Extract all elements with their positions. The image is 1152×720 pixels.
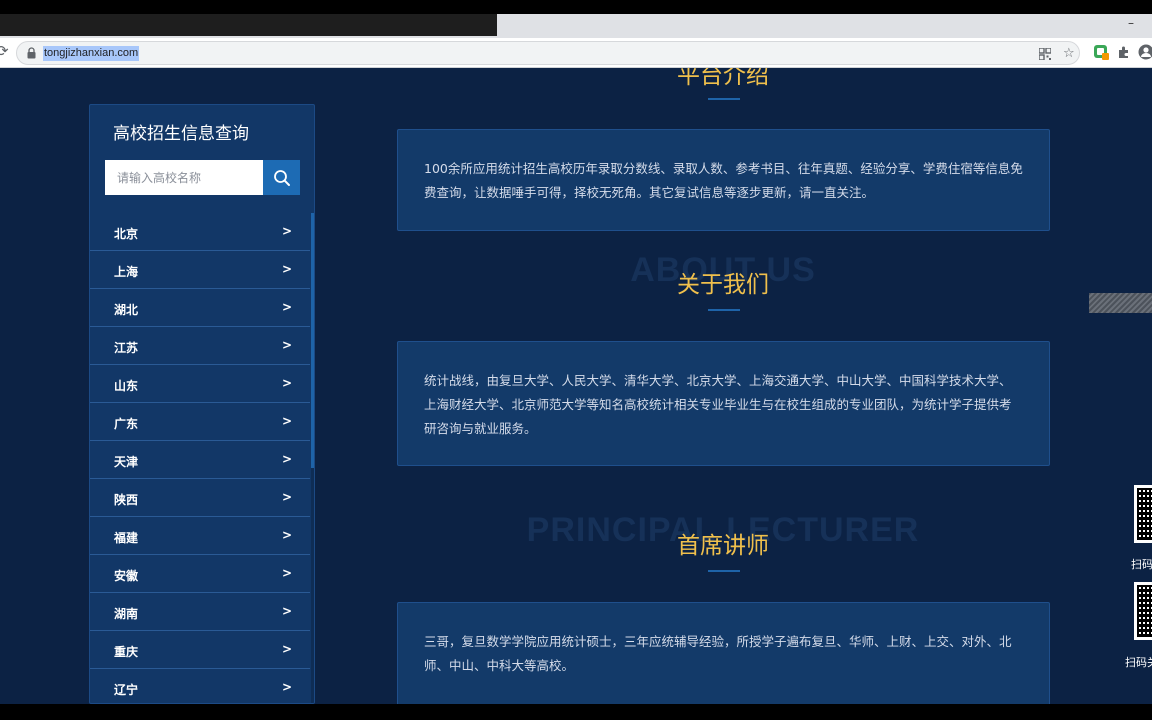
- top-letterbox: [0, 0, 1152, 14]
- province-name: 湖南: [114, 607, 139, 621]
- sidebar-title: 高校招生信息查询: [113, 124, 249, 144]
- search-icon: [273, 169, 290, 186]
- about-section-title: 关于我们: [677, 272, 769, 298]
- about-card: 统计战线，由复旦大学、人民大学、清华大学、北京大学、上海交通大学、中山大学、中国…: [397, 341, 1050, 466]
- chevron-right-icon: >: [281, 642, 292, 656]
- search-button[interactable]: [263, 160, 300, 195]
- bookmark-star-icon[interactable]: ☆: [1063, 45, 1075, 63]
- sidebar-scrollbar[interactable]: [311, 213, 314, 703]
- lecturer-title-underline: [708, 570, 740, 572]
- screen: – ⟳ tongjizhanxian.com ☆ 高校招生信息查询 请输入高校名…: [0, 0, 1152, 720]
- province-name: 湖北: [114, 303, 139, 317]
- about-title-underline: [708, 309, 740, 311]
- chevron-right-icon: >: [281, 528, 292, 542]
- province-name: 安徽: [114, 569, 139, 583]
- province-name: 福建: [114, 531, 139, 545]
- minimize-button[interactable]: –: [1124, 14, 1138, 36]
- qr-label-1: 扫码: [1131, 558, 1152, 571]
- chevron-right-icon: >: [281, 376, 292, 390]
- province-item[interactable]: 福建 >: [90, 517, 310, 555]
- address-bar[interactable]: tongjizhanxian.com ☆: [16, 41, 1080, 65]
- bottom-letterbox: [0, 704, 1152, 720]
- province-name: 上海: [114, 265, 139, 279]
- chevron-right-icon: >: [281, 452, 292, 466]
- province-item[interactable]: 广东 >: [90, 403, 310, 441]
- chevron-right-icon: >: [281, 680, 292, 694]
- province-name: 广东: [114, 417, 139, 431]
- platform-section-title: 平台介绍: [677, 68, 769, 89]
- province-item[interactable]: 山东 >: [90, 365, 310, 403]
- browser-tab[interactable]: [0, 14, 497, 36]
- province-item[interactable]: 江苏 >: [90, 327, 310, 365]
- province-item[interactable]: 陕西 >: [90, 479, 310, 517]
- platform-card: 100余所应用统计招生高校历年录取分数线、录取人数、参考书目、往年真题、经验分享…: [397, 129, 1050, 231]
- province-name: 陕西: [114, 493, 139, 507]
- about-text: 统计战线，由复旦大学、人民大学、清华大学、北京大学、上海交通大学、中山大学、中国…: [424, 373, 1012, 436]
- qr-code-image-1: [1134, 485, 1152, 543]
- url-text[interactable]: tongjizhanxian.com: [43, 46, 140, 61]
- province-item[interactable]: 安徽 >: [90, 555, 310, 593]
- province-item[interactable]: 湖北 >: [90, 289, 310, 327]
- province-item[interactable]: 辽宁 >: [90, 669, 310, 703]
- lecturer-text: 三哥，复旦数学学院应用统计硕士，三年应统辅导经验，所授学子遍布复旦、华师、上财、…: [424, 634, 1012, 673]
- province-item[interactable]: 北京 >: [90, 213, 310, 251]
- puzzle-icon[interactable]: [1116, 44, 1132, 60]
- school-query-sidebar: 高校招生信息查询 北京>上海>湖北>江苏>山东>广东>天津>陕西>福建>安徽>湖…: [89, 104, 315, 704]
- province-name: 山东: [114, 379, 139, 393]
- platform-title-underline: [708, 98, 740, 100]
- qr-code-image-2: [1134, 582, 1152, 640]
- browser-toolbar: ⟳ tongjizhanxian.com ☆: [0, 38, 1152, 68]
- chevron-right-icon: >: [281, 224, 292, 238]
- platform-text: 100余所应用统计招生高校历年录取分数线、录取人数、参考书目、往年真题、经验分享…: [424, 161, 1023, 200]
- province-name: 江苏: [114, 341, 139, 355]
- extension-icon[interactable]: [1093, 44, 1109, 60]
- province-list: 北京 > 上海 > 湖北 > 江苏 > 山东 > 广东 > 天津 > 陕西 > 福建 > 安徽 > 湖南 > 重庆 > 辽宁 >: [90, 213, 310, 703]
- chevron-right-icon: >: [281, 414, 292, 428]
- province-name: 北京: [114, 227, 139, 241]
- page: 高校招生信息查询 北京>上海>湖北>江苏>山东>广东>天津>陕西>福建>安徽>湖…: [0, 68, 1152, 704]
- province-item[interactable]: 湖南 >: [90, 593, 310, 631]
- lecturer-section-title: 首席讲师: [677, 533, 769, 559]
- province-item[interactable]: 重庆 >: [90, 631, 310, 669]
- chevron-right-icon: >: [281, 604, 292, 618]
- floating-toolbar-edge[interactable]: [1089, 293, 1152, 313]
- search-box: [105, 160, 300, 195]
- province-name: 辽宁: [114, 683, 139, 697]
- school-search-input[interactable]: [105, 160, 263, 195]
- chevron-right-icon: >: [281, 566, 292, 580]
- province-name: 天津: [114, 455, 139, 469]
- chevron-right-icon: >: [281, 338, 292, 352]
- province-item[interactable]: 上海 >: [90, 251, 310, 289]
- lecturer-card: 三哥，复旦数学学院应用统计硕士，三年应统辅导经验，所授学子遍布复旦、华师、上财、…: [397, 602, 1050, 704]
- profile-avatar-icon[interactable]: [1138, 44, 1152, 60]
- province-name: 重庆: [114, 645, 139, 659]
- sidebar-scroll-thumb[interactable]: [311, 213, 314, 468]
- chevron-right-icon: >: [281, 262, 292, 276]
- browser-tabstrip: –: [0, 14, 1152, 38]
- chevron-right-icon: >: [281, 490, 292, 504]
- province-item[interactable]: 天津 >: [90, 441, 310, 479]
- chevron-right-icon: >: [281, 300, 292, 314]
- qr-label-2: 扫码关: [1125, 656, 1152, 669]
- reload-icon[interactable]: ⟳: [0, 42, 9, 60]
- qr-code-icon[interactable]: [1038, 45, 1052, 66]
- lock-icon: [27, 47, 36, 59]
